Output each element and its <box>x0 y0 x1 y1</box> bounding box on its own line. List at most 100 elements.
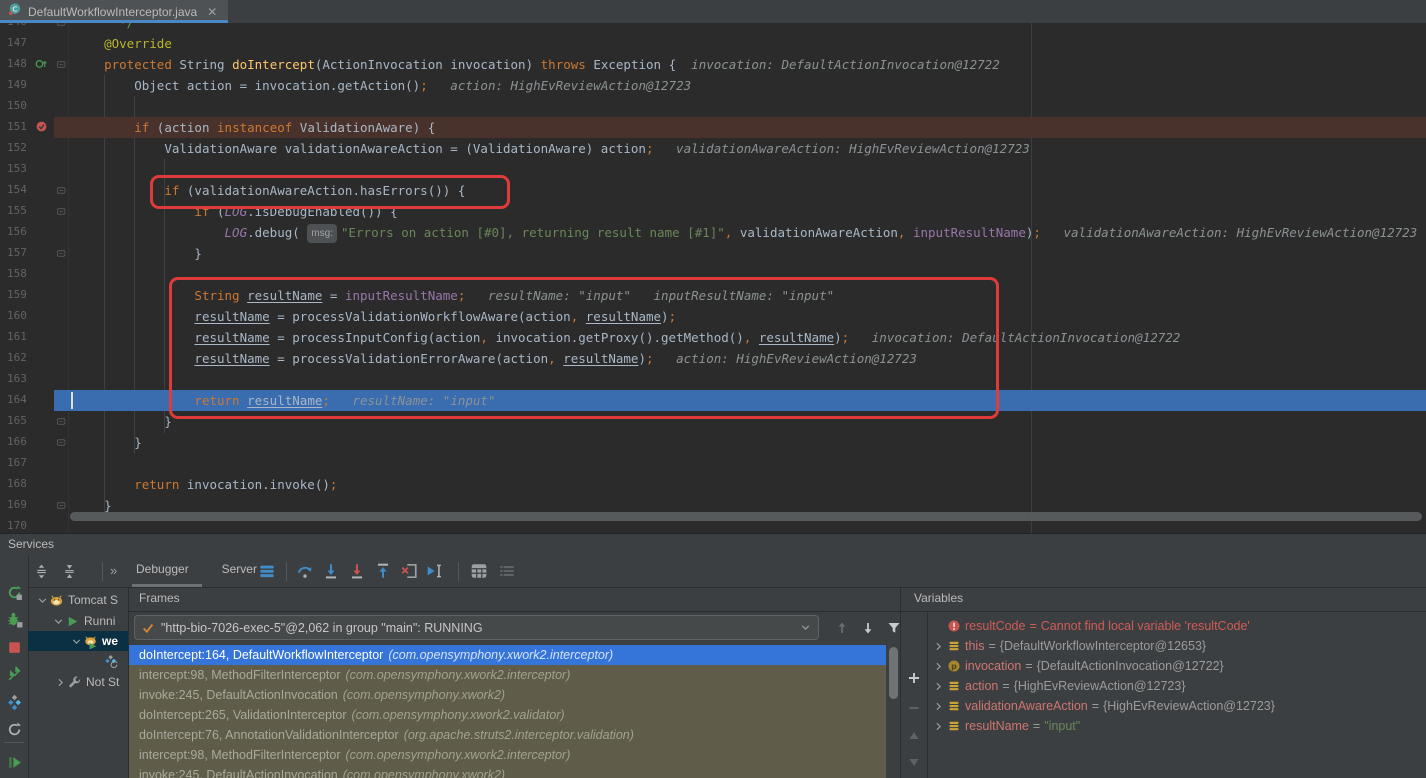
line-number[interactable]: 153 <box>7 162 41 175</box>
frame-down-icon[interactable] <box>859 619 877 637</box>
code-line-159[interactable]: 159 String resultName = inputResultName;… <box>0 285 1426 306</box>
line-number[interactable]: 163 <box>7 372 41 385</box>
code-line-156[interactable]: 156 LOG.debug( msg:"Errors on action [#0… <box>0 222 1426 243</box>
code-line-166[interactable]: 166 } <box>0 432 1426 453</box>
debug-icon[interactable] <box>5 610 23 628</box>
drop-frame-icon[interactable] <box>400 562 418 580</box>
chevron-down-icon[interactable] <box>36 594 49 607</box>
tab-server[interactable]: Server <box>222 562 257 576</box>
line-number[interactable]: 155 <box>7 204 41 217</box>
code-line-147[interactable]: 147 @Override <box>0 33 1426 54</box>
update-app-icon[interactable] <box>5 665 23 683</box>
code-line-164[interactable]: 164 return resultName; resultName: "inpu… <box>0 390 1426 411</box>
chevron-right-icon[interactable] <box>932 640 945 653</box>
line-number[interactable]: 167 <box>7 456 41 469</box>
code-line-158[interactable]: 158 <box>0 264 1426 285</box>
line-number[interactable]: 162 <box>7 351 41 364</box>
chevron-down-icon[interactable] <box>70 635 83 648</box>
chevron-down-icon[interactable] <box>52 615 65 628</box>
override-icon[interactable] <box>35 57 48 70</box>
line-number[interactable]: 161 <box>7 330 41 343</box>
tab-debugger[interactable]: Debugger <box>136 562 189 576</box>
variable-row-invocation[interactable]: pinvocation={DefaultActionInvocation@127… <box>931 656 1426 676</box>
refresh-icon[interactable] <box>5 720 23 738</box>
line-number[interactable]: 156 <box>7 225 41 238</box>
frame-row[interactable]: intercept:98, MethodFilterInterceptor(co… <box>129 665 886 685</box>
line-number[interactable]: 165 <box>7 414 41 427</box>
line-number[interactable]: 168 <box>7 477 41 490</box>
frames-scrollbar[interactable] <box>889 647 898 699</box>
fold-icon[interactable] <box>56 248 67 259</box>
close-icon[interactable]: ✕ <box>207 5 217 19</box>
fold-icon[interactable] <box>56 437 67 448</box>
chevron-right-icon[interactable] <box>932 720 945 733</box>
variable-row-resultName[interactable]: resultName="input" <box>931 716 1426 736</box>
fold-icon[interactable] <box>56 23 67 28</box>
move-down-icon[interactable] <box>905 753 923 771</box>
tree-item-runni[interactable]: Runni <box>28 611 128 631</box>
frame-row[interactable]: invoke:245, DefaultActionInvocation(com.… <box>129 765 886 778</box>
frame-row[interactable]: invoke:245, DefaultActionInvocation(com.… <box>129 685 886 705</box>
variable-row-action[interactable]: action={HighEvReviewAction@12723} <box>931 676 1426 696</box>
code-line-151[interactable]: 151 if (action instanceof ValidationAwar… <box>0 117 1426 138</box>
step-out-icon[interactable] <box>374 562 392 580</box>
code-line-148[interactable]: 148 protected String doIntercept(ActionI… <box>0 54 1426 75</box>
stop-icon[interactable] <box>5 638 23 656</box>
chevron-right-icon[interactable] <box>932 700 945 713</box>
code-line-153[interactable]: 153 <box>0 159 1426 180</box>
code-line-161[interactable]: 161 resultName = processInputConfig(acti… <box>0 327 1426 348</box>
line-number[interactable]: 157 <box>7 246 41 259</box>
line-number[interactable]: 169 <box>7 498 41 511</box>
remove-watch-icon[interactable] <box>905 699 923 717</box>
code-line-160[interactable]: 160 resultName = processValidationWorkfl… <box>0 306 1426 327</box>
code-line-168[interactable]: 168 return invocation.invoke(); <box>0 474 1426 495</box>
force-step-into-icon[interactable] <box>348 562 366 580</box>
fold-icon[interactable] <box>56 59 67 70</box>
code-line-155[interactable]: 155 if (LOG.isDebugEnabled()) { <box>0 201 1426 222</box>
frame-row[interactable]: intercept:98, MethodFilterInterceptor(co… <box>129 745 886 765</box>
hotswap-icon[interactable] <box>5 693 23 711</box>
line-number[interactable]: 146 <box>7 23 41 28</box>
variable-row-resultCode[interactable]: resultCode=Cannot find local variable 'r… <box>931 616 1426 636</box>
code-editor[interactable]: 146 */147 @Override148 protected String … <box>0 23 1426 533</box>
line-number[interactable]: 152 <box>7 141 41 154</box>
move-up-icon[interactable] <box>905 727 923 745</box>
chevron-right-icon[interactable] <box>932 660 945 673</box>
horizontal-scrollbar[interactable] <box>70 512 1422 521</box>
line-number[interactable]: 159 <box>7 288 41 301</box>
variable-row-validationAwareAction[interactable]: validationAwareAction={HighEvReviewActio… <box>931 696 1426 716</box>
exec-point-icon[interactable] <box>258 562 276 580</box>
line-number[interactable]: 170 <box>7 519 41 532</box>
layout-settings-icon[interactable] <box>498 562 516 580</box>
fold-icon[interactable] <box>56 416 67 427</box>
code-line-165[interactable]: 165 } <box>0 411 1426 432</box>
expand-all-icon[interactable] <box>32 562 50 580</box>
frame-row[interactable]: doIntercept:76, AnnotationValidationInte… <box>129 725 886 745</box>
fold-icon[interactable] <box>56 500 67 511</box>
resume-icon[interactable] <box>5 753 23 771</box>
line-number[interactable]: 149 <box>7 78 41 91</box>
chevron-right-icon[interactable] <box>54 676 67 689</box>
more-chevrons-icon[interactable]: » <box>110 563 118 578</box>
code-line-154[interactable]: 154 if (validationAwareAction.hasErrors(… <box>0 180 1426 201</box>
code-line-150[interactable]: 150 <box>0 96 1426 117</box>
evaluate-icon[interactable] <box>470 562 488 580</box>
rerun-icon[interactable] <box>5 583 23 601</box>
tree-item-artifact[interactable] <box>28 651 128 671</box>
tree-item-tomcat-s[interactable]: Tomcat S <box>28 590 128 610</box>
tree-item-not-st[interactable]: Not St <box>28 672 128 692</box>
line-number[interactable]: 154 <box>7 183 41 196</box>
tree-item-we[interactable]: we <box>28 631 128 651</box>
frame-row[interactable]: doIntercept:265, ValidationInterceptor(c… <box>129 705 886 725</box>
chevron-right-icon[interactable] <box>932 680 945 693</box>
breakpoint-icon[interactable] <box>35 120 48 133</box>
filter-icon[interactable] <box>885 619 901 637</box>
code-line-163[interactable]: 163 <box>0 369 1426 390</box>
code-line-162[interactable]: 162 resultName = processValidationErrorA… <box>0 348 1426 369</box>
variable-row-this[interactable]: this={DefaultWorkflowInterceptor@12653} <box>931 636 1426 656</box>
code-line-152[interactable]: 152 ValidationAware validationAwareActio… <box>0 138 1426 159</box>
code-line-167[interactable]: 167 <box>0 453 1426 474</box>
line-number[interactable]: 150 <box>7 99 41 112</box>
line-number[interactable]: 160 <box>7 309 41 322</box>
run-to-cursor-icon[interactable] <box>426 562 444 580</box>
